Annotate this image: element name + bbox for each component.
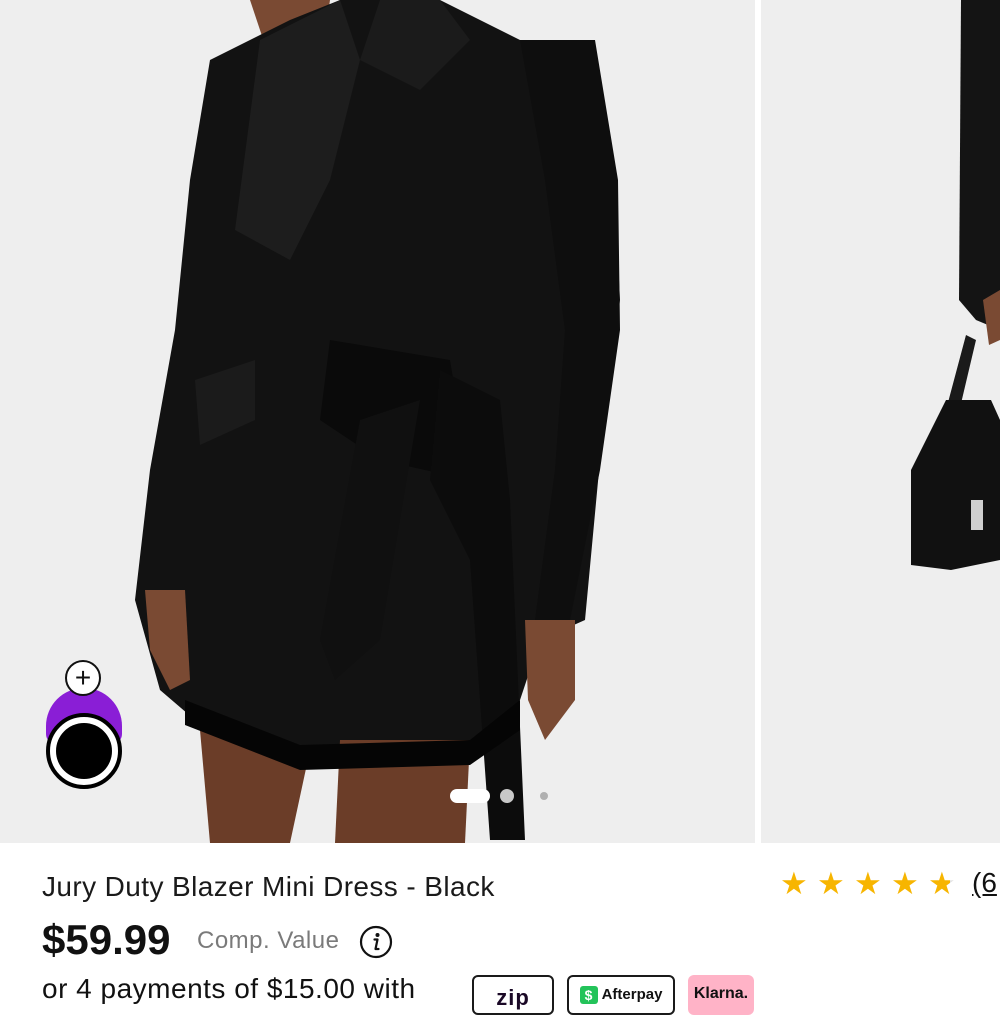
pagination-dot[interactable] bbox=[540, 792, 548, 800]
avatar-ring bbox=[46, 713, 122, 789]
style-avatar-add-button[interactable]: + bbox=[46, 660, 126, 790]
pagination-dot-active[interactable] bbox=[450, 789, 490, 803]
review-count-link[interactable]: (6 bbox=[972, 867, 997, 899]
klarna-badge[interactable]: Klarna. bbox=[688, 975, 754, 1015]
product-image-main[interactable]: + bbox=[0, 0, 755, 843]
zip-pay-badge[interactable]: zip bbox=[472, 975, 554, 1015]
afterpay-logo-icon: $ bbox=[579, 986, 598, 1004]
afterpay-badge[interactable]: $ Afterpay bbox=[567, 975, 675, 1015]
comp-value-label: Comp. Value bbox=[197, 927, 340, 954]
pagination-dot[interactable] bbox=[500, 789, 514, 803]
star-icon: ★ bbox=[780, 866, 808, 901]
rating-stars[interactable]: ★ ★ ★ ★ ★ bbox=[780, 866, 965, 901]
product-price: $59.99 bbox=[42, 916, 171, 963]
afterpay-label: Afterpay bbox=[601, 986, 663, 1003]
product-image-gallery[interactable]: + bbox=[0, 0, 1000, 843]
product-title: Jury Duty Blazer Mini Dress - Black bbox=[42, 871, 495, 902]
star-icon: ★ bbox=[854, 866, 882, 901]
product-photo-model-back bbox=[761, 0, 1000, 843]
plus-icon[interactable]: + bbox=[65, 660, 101, 696]
installment-text: or 4 payments of $15.00 with bbox=[42, 973, 416, 1004]
star-icon: ★ bbox=[928, 868, 965, 899]
product-image-next[interactable] bbox=[761, 0, 1000, 843]
star-icon: ★ bbox=[817, 866, 845, 901]
star-icon: ★ bbox=[891, 866, 919, 901]
product-info: Jury Duty Blazer Mini Dress - Black ★ ★ … bbox=[0, 843, 1000, 1015]
gallery-pagination[interactable] bbox=[450, 789, 548, 803]
info-icon[interactable] bbox=[359, 925, 393, 959]
